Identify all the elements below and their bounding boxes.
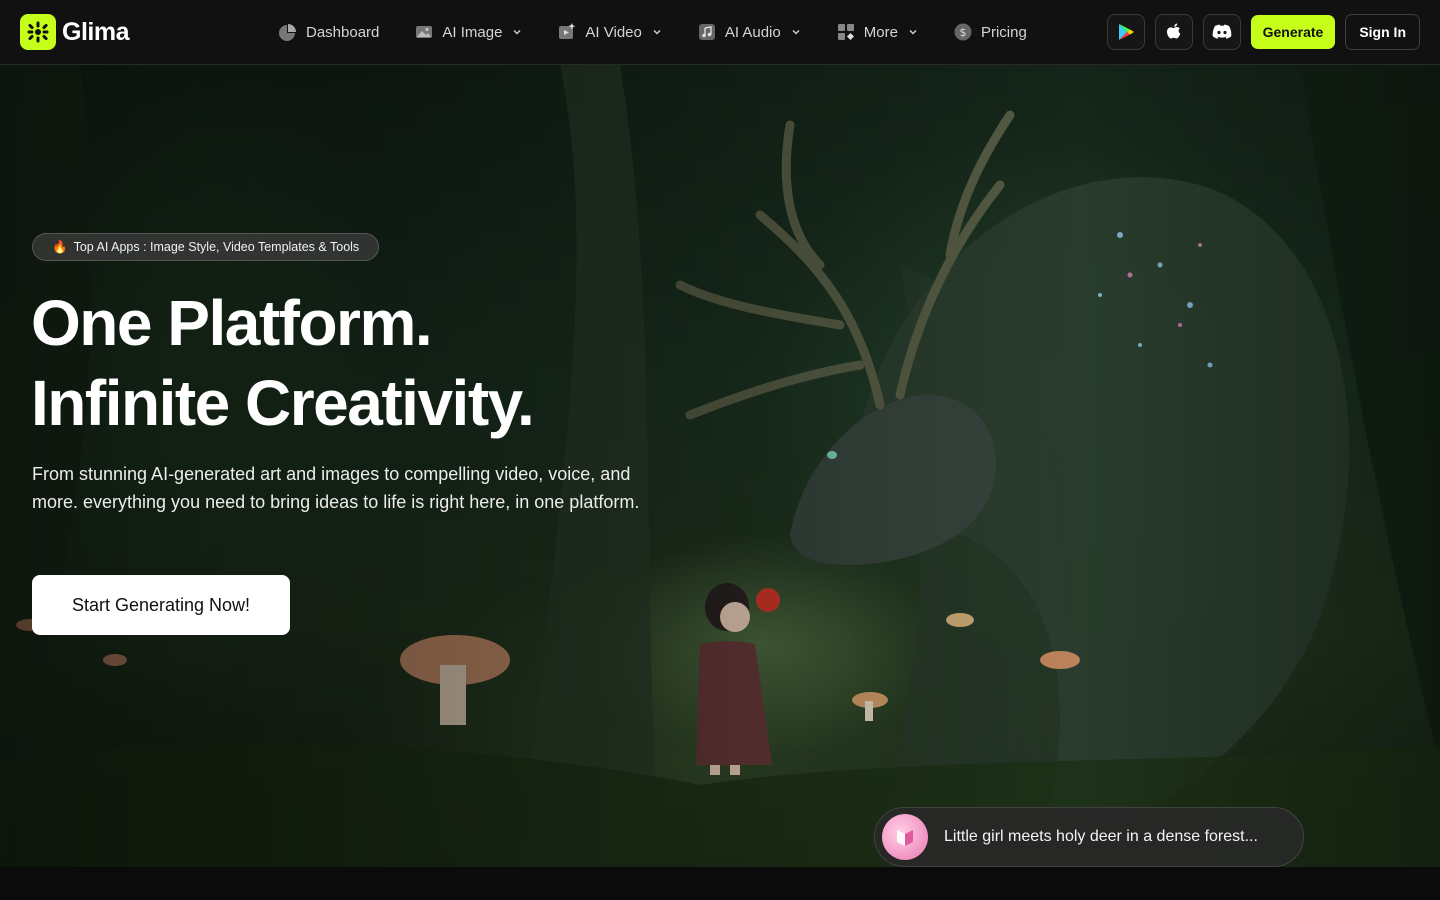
svg-text:$: $ <box>959 26 966 39</box>
nav-more[interactable]: More <box>836 22 918 42</box>
promo-badge-text: Top AI Apps : Image Style, Video Templat… <box>73 240 360 254</box>
google-play-button[interactable] <box>1106 14 1145 50</box>
generate-button[interactable]: Generate <box>1250 15 1336 49</box>
start-generating-button[interactable]: Start Generating Now! <box>32 575 290 635</box>
nav-ai-video[interactable]: AI Video <box>557 22 661 42</box>
music-icon <box>697 22 717 42</box>
apple-icon <box>1166 23 1180 39</box>
prompt-preview-pill[interactable]: Little girl meets holy deer in a dense f… <box>874 807 1304 867</box>
chevron-down-icon <box>653 29 661 35</box>
prompt-avatar-icon <box>882 814 928 860</box>
nav-ai-audio[interactable]: AI Audio <box>697 22 801 42</box>
headline-line-2: Infinite Creativity. <box>31 367 535 439</box>
hero-subheading: From stunning AI-generated art and image… <box>32 464 640 512</box>
nav-more-label: More <box>863 23 898 41</box>
nav-ai-audio-label: AI Audio <box>724 23 781 41</box>
grid-icon <box>836 22 856 42</box>
image-icon <box>414 22 434 42</box>
google-play-icon <box>1118 24 1134 40</box>
brand-name: Glima <box>62 17 129 46</box>
app-store-button[interactable] <box>1154 14 1193 50</box>
dollar-icon: $ <box>953 22 973 42</box>
chevron-down-icon <box>792 29 800 35</box>
chevron-down-icon <box>909 29 917 35</box>
prompt-preview-text: Little girl meets holy deer in a dense f… <box>944 828 1258 845</box>
nav-ai-image-label: AI Image <box>442 23 503 41</box>
headline-line-1: One Platform. <box>31 287 433 359</box>
logo-mark-icon <box>20 14 56 50</box>
chevron-down-icon <box>513 29 521 35</box>
video-icon <box>557 22 577 42</box>
discord-button[interactable] <box>1202 14 1241 50</box>
nav-pricing[interactable]: $ Pricing <box>953 22 1027 42</box>
nav-ai-video-label: AI Video <box>585 23 642 41</box>
hero-section: 🔥 Top AI Apps : Image Style, Video Templ… <box>0 65 1440 867</box>
dashboard-icon <box>278 22 298 42</box>
promo-badge[interactable]: 🔥 Top AI Apps : Image Style, Video Templ… <box>32 233 380 261</box>
nav-actions: Generate Sign In <box>1106 14 1420 50</box>
sign-in-button[interactable]: Sign In <box>1345 14 1420 50</box>
top-navbar: Glima Dashboard AI Image AI Video AI Aud… <box>0 0 1440 65</box>
fire-icon: 🔥 <box>52 239 68 254</box>
nav-dashboard[interactable]: Dashboard <box>278 22 379 42</box>
brand-logo[interactable]: Glima <box>20 14 129 50</box>
discord-icon <box>1212 24 1231 39</box>
main-nav: Dashboard AI Image AI Video AI Audio Mor… <box>278 0 1062 64</box>
nav-ai-image[interactable]: AI Image <box>414 22 522 42</box>
nav-pricing-label: Pricing <box>980 23 1027 41</box>
nav-dashboard-label: Dashboard <box>306 23 380 41</box>
hero-headline: One Platform. Infinite Creativity. <box>31 283 535 443</box>
page-bottom-strip <box>0 867 1440 900</box>
